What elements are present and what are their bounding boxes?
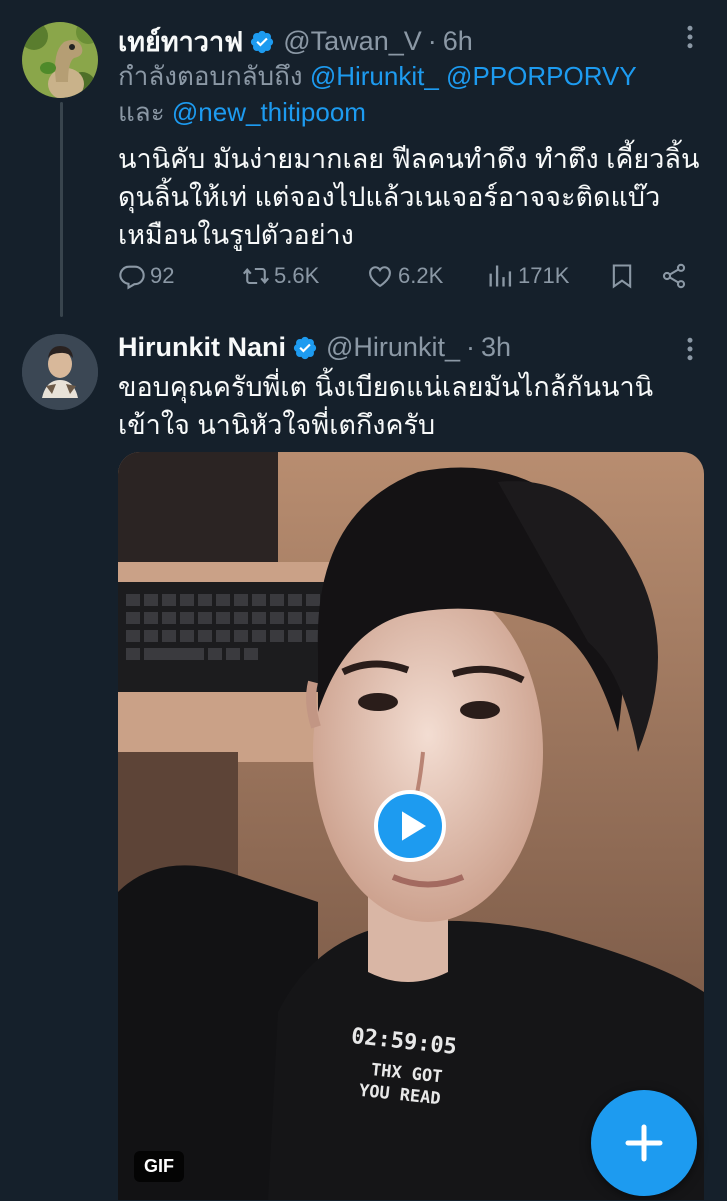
- avatar-person-image: [22, 334, 98, 410]
- tweet-text: ขอบคุณครับพี่เต นิ้งเบียดแน่เลยมันไกล้กั…: [118, 368, 708, 444]
- plus-icon: [625, 1124, 663, 1162]
- tweet-actions: 92 5.6K 6.2K 171K: [118, 262, 698, 298]
- tweet-header: เทย์ทาวาฟ @Tawan_V · 6h: [118, 20, 473, 63]
- tweet-text-line: เข้าใจ นานิหัวใจพี่เตกึงครับ: [118, 410, 436, 440]
- separator: ·: [427, 26, 437, 56]
- gif-badge: GIF: [134, 1151, 184, 1182]
- handle[interactable]: @Hirunkit_: [326, 332, 460, 363]
- tweet-text-line: ดุนลิ้นให้เท่ แต่จองไปแล้วเนเจอร์อาจจะติ…: [118, 182, 661, 212]
- gif-media[interactable]: 02:59:05 THX GOT YOU READ GIF: [118, 452, 704, 1200]
- retweet-count: 5.6K: [274, 263, 320, 288]
- tweet-text: นานิคับ มันง่ายมากเลย ฟีลคนทำดึง ทำตึง เ…: [118, 140, 708, 254]
- tweet-text-line: นานิคับ มันง่ายมากเลย ฟีลคนทำดึง ทำตึง เ…: [118, 144, 700, 174]
- handle[interactable]: @Tawan_V: [283, 26, 421, 57]
- display-name[interactable]: Hirunkit Nani: [118, 332, 286, 363]
- compose-tweet-button[interactable]: [591, 1090, 697, 1196]
- retweet-button[interactable]: 5.6K: [242, 262, 319, 290]
- retweet-icon: [242, 267, 270, 285]
- reply-button[interactable]: 92: [118, 262, 174, 290]
- like-button[interactable]: 6.2K: [366, 262, 443, 290]
- replying-to-and: และ: [118, 97, 165, 127]
- more-icon[interactable]: [675, 334, 705, 364]
- display-name[interactable]: เทย์ทาวาฟ: [118, 20, 243, 63]
- avatar-dinosaur-image: [22, 22, 98, 98]
- share-button[interactable]: [660, 262, 692, 290]
- replying-to-label: กำลังตอบกลับถึง: [118, 61, 303, 91]
- views-icon: [489, 265, 512, 287]
- separator: ·: [465, 332, 475, 362]
- avatar[interactable]: [22, 334, 98, 410]
- bookmark-icon: [612, 264, 632, 289]
- like-icon: [369, 266, 391, 288]
- tweet-text-line: เหมือนในรูปตัวอย่าง: [118, 220, 354, 250]
- replying-to: กำลังตอบกลับถึง @Hirunkit_ @PPORPORVY แล…: [118, 58, 698, 130]
- verified-badge-icon[interactable]: [292, 335, 318, 361]
- views-count: 171K: [518, 263, 570, 288]
- bookmark-button[interactable]: [608, 262, 640, 290]
- tweet-tawan[interactable]: เทย์ทาวาฟ @Tawan_V · 6h กำลังตอบกลับถึง …: [0, 0, 727, 318]
- timestamp[interactable]: 6h: [443, 26, 473, 57]
- views-button[interactable]: 171K: [486, 262, 569, 290]
- tweet-header: Hirunkit Nani @Hirunkit_ · 3h: [118, 332, 511, 363]
- more-icon[interactable]: [675, 22, 705, 52]
- avatar[interactable]: [22, 22, 98, 98]
- reply-count: 92: [150, 263, 175, 288]
- tweet-text-line: ขอบคุณครับพี่เต นิ้งเบียดแน่เลยมันไกล้กั…: [118, 372, 654, 402]
- play-button[interactable]: [374, 790, 446, 862]
- mention-link[interactable]: @new_thitipoom: [172, 97, 366, 127]
- mention-link[interactable]: @PPORPORVY: [446, 61, 637, 91]
- like-count: 6.2K: [398, 263, 444, 288]
- reply-icon: [119, 265, 145, 290]
- timestamp[interactable]: 3h: [481, 332, 511, 363]
- share-icon: [662, 263, 686, 289]
- play-icon: [402, 811, 426, 841]
- verified-badge-icon[interactable]: [249, 29, 275, 55]
- mention-link[interactable]: @Hirunkit_: [310, 61, 439, 91]
